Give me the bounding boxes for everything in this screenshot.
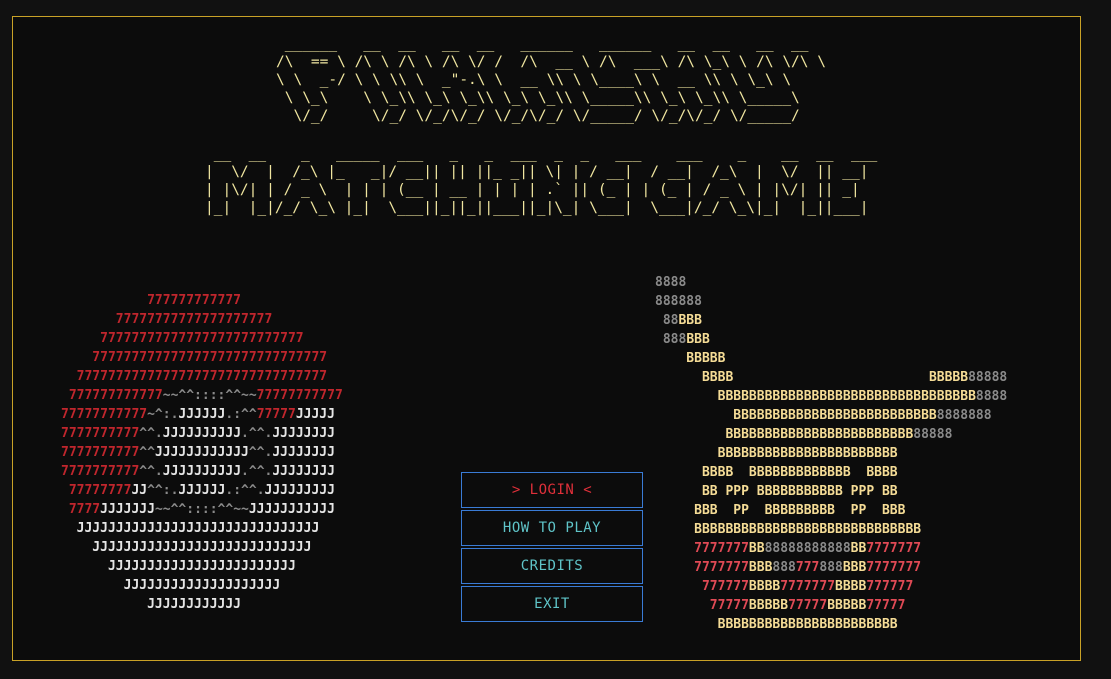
ascii-segment: 7777: [61, 502, 101, 517]
ascii-segment: 77777777: [61, 483, 132, 498]
ascii-segment: ^^.: [139, 464, 163, 479]
ascii-segment: 7777777777: [61, 426, 140, 441]
ascii-segment: 77777: [655, 598, 749, 613]
ascii-segment: BBBB: [655, 370, 734, 385]
ascii-segment: ~~^^::::^^~~: [162, 388, 257, 403]
ascii-segment: 77777777777777777777: [61, 312, 273, 327]
menu-frame: ______ __ __ __ __ ______ ______ __ __ _…: [12, 16, 1081, 661]
ascii-segment: 8888: [655, 275, 687, 290]
ascii-segment: 888: [772, 560, 796, 575]
ascii-segment: JJJJJJJJ: [272, 426, 335, 441]
ascii-segment: 777777: [866, 579, 914, 594]
ascii-segment: 7777777: [866, 541, 922, 556]
ascii-segment: 7777777: [780, 579, 836, 594]
ascii-segment: 888888: [655, 294, 702, 309]
ascii-segment: BBB PP BBBBBBBBB PP BBB: [655, 503, 906, 518]
ascii-segment: 77777: [256, 407, 296, 422]
ascii-segment: JJJJJJJ: [100, 502, 155, 517]
ascii-segment: 8888888: [936, 408, 992, 423]
ascii-segment: 77777777777: [61, 407, 148, 422]
ascii-segment: ~~^^::::^^~~: [154, 502, 249, 517]
ascii-segment: BBBBB: [748, 598, 789, 613]
ascii-segment: ^^: [139, 445, 155, 460]
ascii-segment: BBBB: [835, 579, 867, 594]
ascii-segment: 777777777777: [61, 293, 242, 308]
exit-button[interactable]: EXIT: [461, 586, 643, 622]
ascii-segment: 777777: [655, 579, 749, 594]
how-to-play-button[interactable]: HOW TO PLAY: [461, 510, 643, 546]
ascii-segment: BBB: [748, 560, 773, 575]
ascii-segment: BBB: [678, 313, 702, 328]
ascii-segment: .^^.: [241, 426, 273, 441]
ascii-segment: 777777777777777777777777777777: [61, 350, 328, 365]
ascii-segment: JJJJJJJJJJ: [162, 426, 242, 441]
ascii-segment: ^^.: [248, 445, 273, 460]
ascii-segment: 77777777777777777777777777777777: [61, 369, 328, 384]
ascii-segment: BBBBB: [827, 598, 867, 613]
ascii-segment: BBB: [842, 560, 867, 575]
main-menu: > LOGIN < HOW TO PLAY CREDITS EXIT: [461, 472, 643, 624]
ascii-segment: 77777: [788, 598, 828, 613]
ascii-segment: .:^^.: [225, 483, 265, 498]
login-button[interactable]: > LOGIN <: [461, 472, 643, 508]
ascii-segment: JJJJJJJJJJJJJJJJJJJJJJJJJJJJ: [61, 540, 312, 555]
ascii-segment: 7777777777: [61, 464, 140, 479]
ascii-segment: JJJJJJ: [178, 407, 226, 422]
title-ascii-pikachu: ______ __ __ __ __ ______ ______ __ __ _…: [276, 36, 826, 124]
ascii-segment: BBB: [686, 332, 710, 347]
ascii-segment: BBBBBBBBBBBBBBBBBBBBBBBBBBBBB: [655, 522, 922, 537]
ascii-segment: 7777777: [866, 560, 922, 575]
ascii-segment: .^^.: [241, 464, 273, 479]
ascii-segment: 88888: [913, 427, 953, 442]
ascii-segment: BBBBBBBBBBBBBBBBBBBBBBBBBBBBBBBBB: [655, 389, 976, 404]
ascii-segment: BBBBBBBBBBBBBBBBBBBBBBBB: [655, 427, 914, 442]
ascii-segment: [733, 370, 929, 385]
ascii-segment: 8888: [975, 389, 1008, 404]
ascii-segment: JJJJJJJJJJ: [162, 464, 242, 479]
ascii-segment: 88888888888: [764, 541, 851, 556]
ascii-segment: ^^.: [139, 426, 163, 441]
ascii-segment: BBBBBBBBBBBBBBBBBBBBBBB: [655, 617, 898, 632]
ascii-segment: JJ: [131, 483, 148, 498]
pikachu-ascii-art: 8888 888888 88BBB 888BBB BBBBB BBBB BBBB…: [655, 273, 1007, 634]
ascii-segment: BBBBB: [928, 370, 969, 385]
ascii-segment: JJJJJJJJJJJJJJJJJJJJJJJJ: [61, 559, 296, 574]
ascii-segment: JJJJJJJJJJJJ: [61, 597, 242, 612]
credits-button[interactable]: CREDITS: [461, 548, 643, 584]
ascii-segment: BBBB: [748, 579, 781, 594]
pokeball-ascii-art: 777777777777 77777777777777777777 777777…: [61, 291, 343, 614]
ascii-segment: JJJJJJJJ: [272, 445, 335, 460]
ascii-segment: 7777777777: [61, 445, 140, 460]
ascii-segment: JJJJJJJJJJJJJJJJJJJJJJJJJJJJJJJ: [61, 521, 320, 536]
ascii-segment: JJJJJJ: [178, 483, 226, 498]
ascii-segment: 77777: [866, 598, 906, 613]
ascii-segment: BBBBBBBBBBBBBBBBBBBBBBB: [655, 446, 898, 461]
ascii-segment: 77777777777: [256, 388, 343, 403]
ascii-segment: 777777777777: [61, 388, 163, 403]
ascii-segment: BBBBB: [655, 351, 726, 366]
ascii-segment: .:^^: [225, 407, 257, 422]
ascii-segment: BB: [850, 541, 867, 556]
ascii-segment: BB PPP BBBBBBBBBBB PPP BB: [655, 484, 898, 499]
ascii-segment: ~^:.: [147, 407, 179, 422]
ascii-segment: JJJJJJJJJ: [264, 483, 335, 498]
ascii-segment: 7777777: [655, 541, 749, 556]
ascii-segment: JJJJJ: [295, 407, 335, 422]
ascii-segment: JJJJJJJJJJJJJJJJJJJJ: [61, 578, 281, 593]
ascii-segment: 888: [819, 560, 843, 575]
ascii-segment: 77777777777777777777777777: [61, 331, 304, 346]
ascii-segment: JJJJJJJJJJJJ: [154, 445, 249, 460]
ascii-segment: BBBBBBBBBBBBBBBBBBBBBBBBBB: [655, 408, 937, 423]
ascii-segment: 7777777: [655, 560, 749, 575]
ascii-segment: 777: [795, 560, 820, 575]
ascii-segment: JJJJJJJJ: [272, 464, 335, 479]
ascii-segment: BB: [748, 541, 765, 556]
ascii-segment: 888: [655, 332, 687, 347]
ascii-segment: ^^:.: [147, 483, 179, 498]
title-ascii-matching-game: __ __ _ _____ ___ _ _ ___ _ _ ___ ___ _ …: [205, 146, 878, 216]
ascii-segment: 88: [655, 313, 679, 328]
ascii-segment: 88888: [968, 370, 1008, 385]
ascii-segment: BBBB BBBBBBBBBBBBB BBBB: [655, 465, 898, 480]
ascii-segment: JJJJJJJJJJJ: [248, 502, 335, 517]
